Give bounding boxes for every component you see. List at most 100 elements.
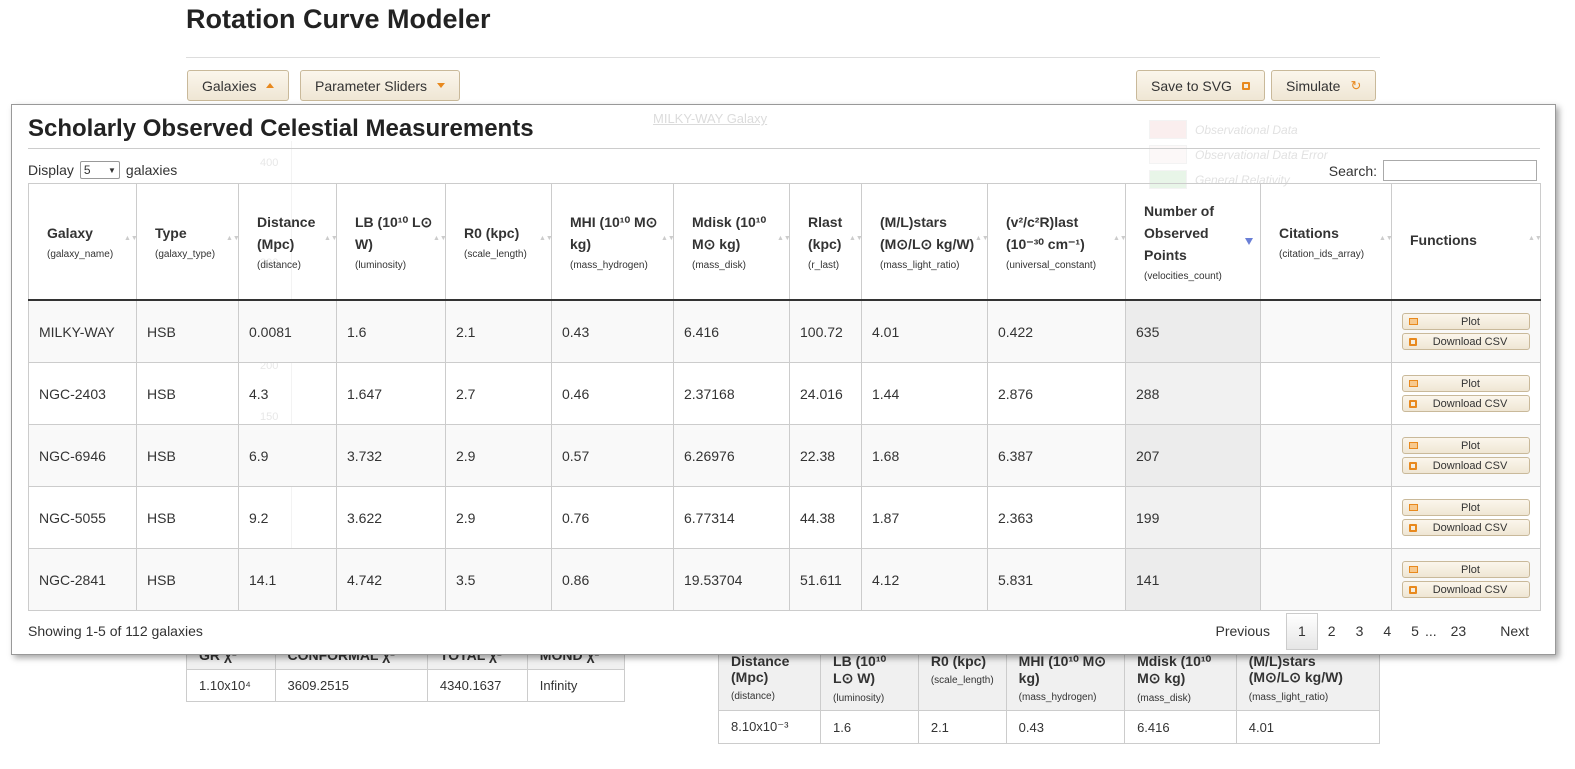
table-cell: 0.76: [551, 486, 674, 549]
page-link-last[interactable]: 23: [1441, 614, 1477, 649]
table-cell: 44.38: [789, 486, 862, 549]
column-header-field: (galaxy_name): [47, 248, 114, 260]
pagination: Previous 1 2 3 4 5 ... 23 Next: [1206, 613, 1540, 650]
column-header-name: Citations: [1279, 224, 1339, 241]
column-header[interactable]: LB (10¹⁰ L⊙ W) (luminosity) ▲▼: [336, 183, 447, 301]
table-cell: 9.2: [238, 486, 337, 549]
column-header[interactable]: Distance (Mpc) (distance) ▲▼: [238, 183, 338, 301]
table-cell: 1.647: [336, 362, 446, 425]
table-cell: HSB: [136, 299, 239, 363]
plot-button[interactable]: Plot: [1402, 437, 1530, 454]
table-cell: 6.387: [987, 424, 1126, 487]
column-header-name: Distance (Mpc): [257, 213, 316, 252]
column-header[interactable]: R0 (kpc) (scale_length) ▲▼: [445, 183, 553, 301]
table-cell: NGC-5055: [28, 486, 137, 549]
table-cell: 1.44: [861, 362, 988, 425]
table-row: MILKY-WAY HSB 0.0081 1.6 2.1 0.43 6.416 100.72 4…: [28, 299, 1541, 363]
legend-label: Observational Data Error: [1195, 147, 1328, 162]
table-body: MILKY-WAY HSB 0.0081 1.6 2.1 0.43 6.416 100.72 4…: [28, 299, 1541, 611]
column-header[interactable]: Functions ▲▼: [1391, 183, 1542, 301]
column-header[interactable]: MHI (10¹⁰ M⊙ kg) (mass_hydrogen) ▲▼: [551, 183, 675, 301]
plot-button[interactable]: Plot: [1402, 499, 1530, 516]
table-cell: [1260, 548, 1392, 611]
table-cell: HSB: [136, 424, 239, 487]
table-cell: [1260, 362, 1392, 425]
plot-button[interactable]: Plot: [1402, 313, 1530, 330]
column-header-field: (scale_length): [464, 248, 527, 260]
search-input[interactable]: [1383, 160, 1537, 181]
param-header-name: MHI (10¹⁰ M⊙ kg): [1018, 653, 1106, 686]
table-cell: 6.416: [673, 299, 790, 363]
table-cell: HSB: [136, 548, 239, 611]
column-header[interactable]: Citations (citation_ids_array) ▲▼: [1260, 183, 1393, 301]
column-header[interactable]: Type (galaxy_type) ▲▼: [136, 183, 240, 301]
column-header[interactable]: Rlast (kpc) (r_last) ▲▼: [789, 183, 863, 301]
table-cell: 4.12: [861, 548, 988, 611]
table-cell: 288: [1125, 362, 1261, 425]
plot-button-label: Plot: [1461, 377, 1480, 390]
table-cell: 0.422: [987, 299, 1126, 363]
param-value: 2.1: [917, 710, 1007, 744]
param-header-sub: (mass_light_ratio): [1248, 692, 1329, 703]
save-icon: [1409, 585, 1417, 594]
download-csv-button[interactable]: Download CSV: [1402, 581, 1530, 598]
pagination-ellipsis: ...: [1424, 623, 1437, 639]
column-header-name: (v²/c²R)last (10⁻³⁰ cm⁻¹): [1006, 213, 1085, 252]
chi-value: 3609.2515: [274, 669, 428, 702]
plot-button[interactable]: Plot: [1402, 561, 1530, 578]
plot-button-label: Plot: [1461, 563, 1480, 576]
column-header-name: LB (10¹⁰ L⊙ W): [355, 213, 433, 252]
download-csv-button[interactable]: Download CSV: [1402, 519, 1530, 536]
column-header-name: (M/L)stars (M⊙/L⊙ kg/W): [880, 213, 975, 252]
table-cell: 2.9: [445, 486, 552, 549]
page-link-current[interactable]: 1: [1285, 613, 1318, 650]
page-link[interactable]: 4: [1373, 614, 1401, 649]
table-cell: 4.3: [238, 362, 337, 425]
column-header[interactable]: (M/L)stars (M⊙/L⊙ kg/W) (mass_light_ratio…: [861, 183, 989, 301]
functions-cell: Plot Download CSV: [1391, 362, 1541, 425]
display-count-select[interactable]: 5 ▼: [79, 161, 120, 179]
param-value: 0.43: [1005, 710, 1126, 744]
table-cell: 1.6: [336, 299, 446, 363]
table-cell: 3.622: [336, 486, 446, 549]
download-csv-label: Download CSV: [1432, 335, 1508, 348]
download-csv-button[interactable]: Download CSV: [1402, 457, 1530, 474]
table-cell: [1260, 299, 1392, 363]
column-header-name: Rlast (kpc): [808, 213, 843, 252]
sort-icon: ▲▼: [1528, 234, 1542, 242]
legend-swatch: [1149, 120, 1187, 139]
page-link[interactable]: 5: [1401, 614, 1421, 649]
column-header[interactable]: Galaxy (galaxy_name) ▲▼: [28, 183, 138, 301]
sort-icon: ▲▼: [539, 234, 553, 242]
page-link[interactable]: 2: [1318, 614, 1346, 649]
table-cell: NGC-6946: [28, 424, 137, 487]
column-header-field: (r_last): [808, 259, 840, 271]
column-header[interactable]: (v²/c²R)last (10⁻³⁰ cm⁻¹) (universal_cons…: [987, 183, 1127, 301]
plot-button[interactable]: Plot: [1402, 375, 1530, 392]
column-header[interactable]: Mdisk (10¹⁰ M⊙ kg) (mass_disk) ▲▼: [673, 183, 791, 301]
column-header[interactable]: Number of Observed Points (velocities_cou…: [1125, 183, 1261, 301]
galaxies-table: Galaxy (galaxy_name) ▲▼ Type (galaxy_type) ▲▼…: [28, 183, 1542, 611]
ghost-legend-item: Observational Data: [1149, 117, 1328, 142]
display-count-value: 5: [83, 163, 91, 177]
page-link[interactable]: 3: [1346, 614, 1374, 649]
table-cell: 24.016: [789, 362, 862, 425]
download-csv-button[interactable]: Download CSV: [1402, 333, 1530, 350]
plot-button-label: Plot: [1461, 439, 1480, 452]
param-value: 6.416: [1124, 710, 1237, 744]
table-cell: 2.37168: [673, 362, 790, 425]
chi-value: Infinity: [526, 669, 626, 702]
next-page-link[interactable]: Next: [1490, 614, 1539, 649]
table-cell: 5.831: [987, 548, 1126, 611]
previous-page-link[interactable]: Previous: [1206, 614, 1280, 649]
download-csv-button[interactable]: Download CSV: [1402, 395, 1530, 412]
ghost-legend-item: Observational Data Error: [1149, 142, 1328, 167]
dialog-title: Scholarly Observed Celestial Measurement…: [28, 115, 534, 142]
display-count-control: Display 5 ▼ galaxies: [28, 161, 177, 179]
table-cell: 2.9: [445, 424, 552, 487]
image-icon: [1409, 504, 1418, 511]
table-cell: 199: [1125, 486, 1261, 549]
image-icon: [1409, 380, 1418, 387]
sort-icon: ▲▼: [324, 234, 338, 242]
save-icon: [1409, 337, 1417, 346]
